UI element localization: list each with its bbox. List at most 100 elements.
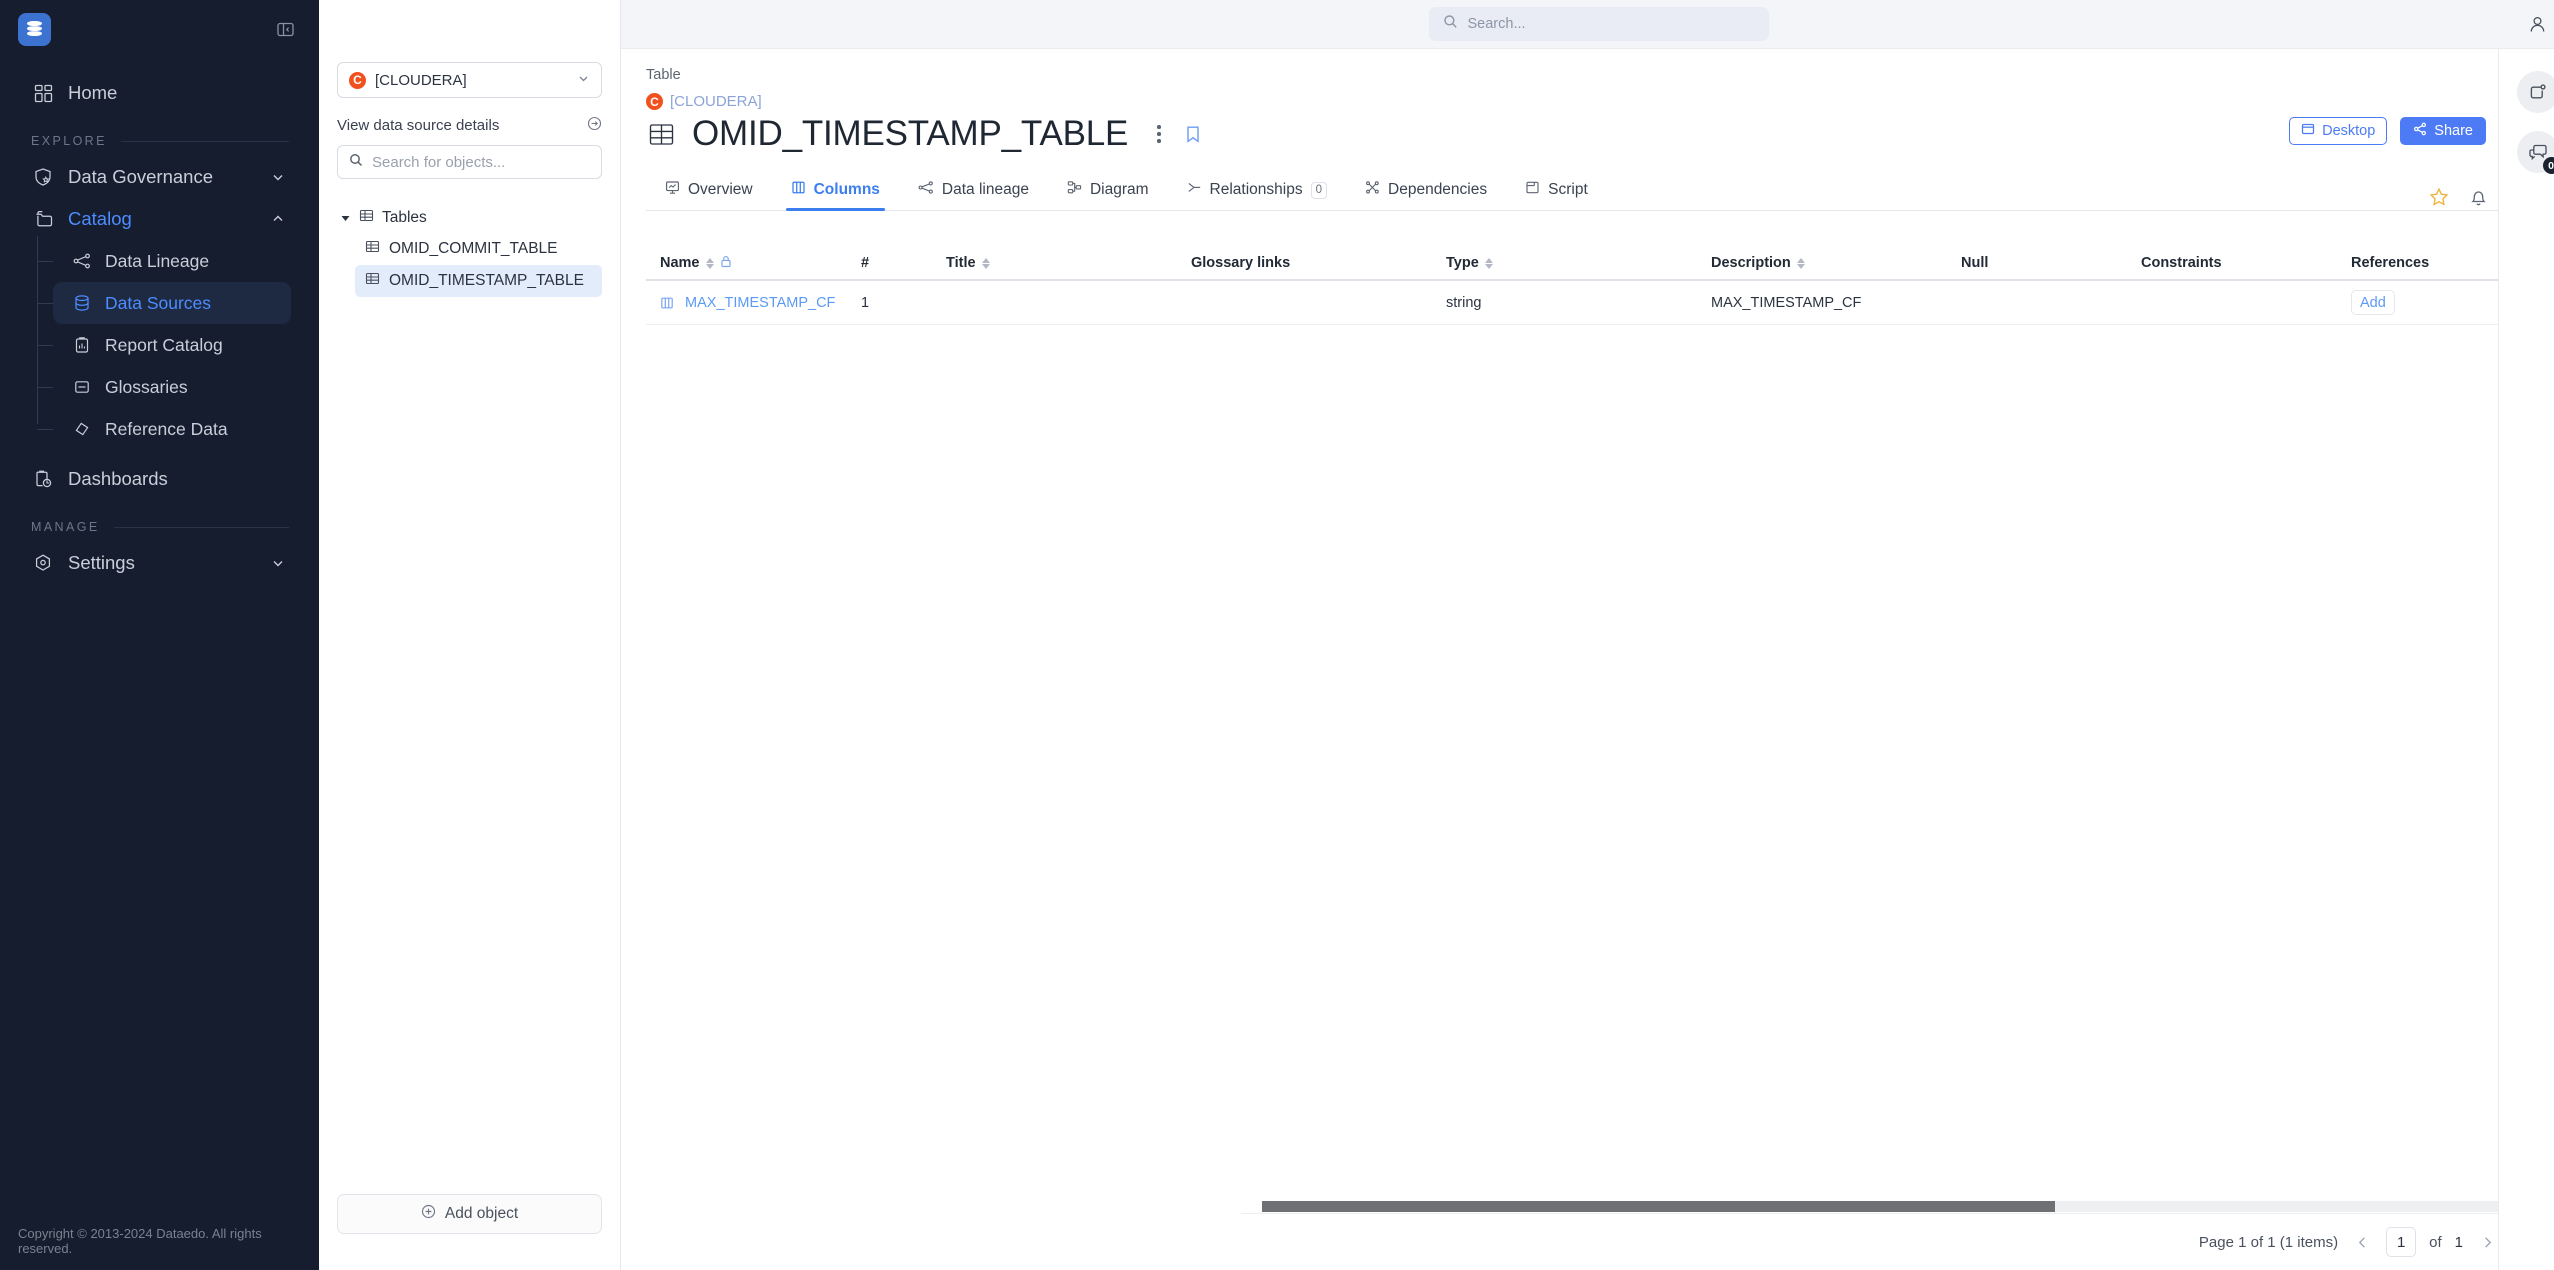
add-object-label: Add object bbox=[444, 1205, 519, 1222]
header-actions: Desktop Share bbox=[2289, 117, 2486, 145]
cell-name-link[interactable]: MAX_TIMESTAMP_CF bbox=[685, 295, 835, 311]
datasource-breadcrumb[interactable]: C [CLOUDERA] bbox=[646, 93, 2554, 110]
cloudera-icon: C bbox=[349, 71, 366, 89]
sidebar-item-dashboards[interactable]: Dashboards bbox=[18, 458, 301, 500]
sidebar-item-label: Report Catalog bbox=[105, 334, 223, 355]
cell-description[interactable]: MAX_TIMESTAMP_CF bbox=[1711, 295, 1961, 311]
tab-label: Overview bbox=[688, 181, 753, 198]
catalog-subtree: Data Lineage Data Sources Report Catalog… bbox=[37, 236, 319, 450]
tree-item-omid-commit-table[interactable]: OMID_COMMIT_TABLE bbox=[355, 233, 602, 265]
tab-relationships[interactable]: Relationships 0 bbox=[1168, 170, 1346, 210]
column-header-name[interactable]: Name bbox=[646, 255, 861, 272]
settings-icon bbox=[32, 552, 54, 574]
global-search-box[interactable] bbox=[1428, 7, 1769, 41]
tab-columns[interactable]: Columns bbox=[772, 170, 899, 211]
table-row[interactable]: MAX_TIMESTAMP_CF 1 string MAX_TIMESTAMP_… bbox=[646, 281, 2551, 325]
comments-icon[interactable]: 0 bbox=[2516, 131, 2554, 174]
folder-icon bbox=[32, 208, 54, 230]
search-input[interactable] bbox=[372, 153, 590, 171]
datasource-selector[interactable]: C [CLOUDERA] bbox=[337, 62, 602, 98]
sidebar-item-label: Home bbox=[68, 82, 118, 103]
dashboard-icon bbox=[32, 468, 54, 490]
add-object-button[interactable]: Add object bbox=[337, 1194, 602, 1234]
tree-item-omid-timestamp-table[interactable]: OMID_TIMESTAMP_TABLE bbox=[355, 265, 602, 297]
sort-icon[interactable] bbox=[1484, 257, 1493, 269]
column-header-type[interactable]: Type bbox=[1446, 255, 1711, 271]
column-header-title[interactable]: Title bbox=[946, 255, 1191, 271]
column-header-label: References bbox=[2351, 255, 2430, 271]
section-label: EXPLORE bbox=[31, 134, 107, 148]
primary-sidebar: Home EXPLORE Data Governance Catalog Dat… bbox=[0, 0, 319, 1270]
scrollbar-thumb[interactable] bbox=[1262, 1201, 2055, 1212]
tab-dependencies[interactable]: Dependencies bbox=[1346, 170, 1506, 210]
bookmark-icon[interactable] bbox=[1184, 124, 1202, 145]
plus-circle-icon bbox=[421, 1204, 436, 1224]
tab-bar: Overview Columns Data lineage Diagram Re… bbox=[646, 170, 2551, 211]
sidebar-item-reference-data[interactable]: Reference Data bbox=[37, 408, 291, 450]
view-details-label: View data source details bbox=[337, 117, 500, 134]
dataedo-logo-icon[interactable] bbox=[18, 12, 51, 46]
tab-label: Columns bbox=[813, 181, 880, 198]
column-header-description[interactable]: Description bbox=[1711, 255, 1961, 271]
sidebar-item-data-sources[interactable]: Data Sources bbox=[37, 282, 291, 324]
lock-icon[interactable] bbox=[720, 255, 732, 272]
kebab-menu-icon[interactable] bbox=[1150, 125, 1168, 143]
sidebar-item-data-lineage[interactable]: Data Lineage bbox=[37, 240, 291, 282]
columns-grid: Name # Title Glossary links Type Descrip… bbox=[646, 237, 2551, 325]
database-icon bbox=[71, 293, 92, 314]
chevron-up-icon bbox=[269, 210, 287, 228]
cloudera-icon: C bbox=[646, 93, 663, 110]
sidebar-item-label: Reference Data bbox=[105, 418, 228, 439]
column-header-label: Description bbox=[1711, 255, 1791, 271]
object-search-box[interactable] bbox=[337, 145, 602, 179]
chevron-right-icon[interactable] bbox=[2476, 1231, 2498, 1253]
column-header-label: Null bbox=[1961, 255, 1989, 271]
column-header-label: Type bbox=[1446, 255, 1479, 271]
app-root: Home EXPLORE Data Governance Catalog Dat… bbox=[0, 0, 2554, 1270]
cell-number: 1 bbox=[861, 294, 870, 311]
relationships-icon bbox=[1187, 180, 1202, 200]
tab-label: Script bbox=[1548, 181, 1588, 198]
tab-label: Diagram bbox=[1089, 181, 1149, 198]
star-icon[interactable] bbox=[2429, 187, 2449, 212]
new-window-icon[interactable] bbox=[2516, 71, 2554, 113]
overview-icon bbox=[665, 180, 680, 200]
sort-icon[interactable] bbox=[1796, 257, 1805, 269]
sort-icon[interactable] bbox=[705, 257, 714, 269]
add-reference-button[interactable]: Add bbox=[2351, 290, 2395, 315]
bell-icon[interactable] bbox=[2469, 187, 2488, 212]
cell-name[interactable]: MAX_TIMESTAMP_CF bbox=[646, 295, 861, 311]
tab-overview[interactable]: Overview bbox=[646, 170, 772, 210]
caret-down-icon[interactable] bbox=[339, 214, 351, 223]
global-search-input[interactable] bbox=[1467, 16, 1755, 32]
sidebar-item-home[interactable]: Home bbox=[18, 72, 301, 114]
datasource-link[interactable]: [CLOUDERA] bbox=[670, 93, 762, 110]
tab-data-lineage[interactable]: Data lineage bbox=[899, 170, 1048, 210]
tree-node-tables[interactable]: Tables bbox=[337, 203, 602, 233]
right-rail: 0 bbox=[2498, 49, 2554, 1270]
page-number-input[interactable] bbox=[2386, 1227, 2417, 1257]
chevron-left-icon[interactable] bbox=[2351, 1231, 2373, 1253]
sidebar-item-data-governance[interactable]: Data Governance bbox=[18, 156, 301, 198]
cell-type: string bbox=[1446, 294, 1482, 311]
desktop-label: Desktop bbox=[2322, 123, 2376, 139]
view-data-source-details[interactable]: View data source details bbox=[337, 116, 602, 135]
sidebar-item-glossaries[interactable]: Glossaries bbox=[37, 366, 291, 408]
sidebar-item-settings[interactable]: Settings bbox=[18, 542, 301, 584]
sidebar-item-catalog[interactable]: Catalog bbox=[18, 198, 301, 240]
share-icon bbox=[2413, 122, 2427, 140]
desktop-button[interactable]: Desktop bbox=[2289, 117, 2388, 145]
tab-script[interactable]: Script bbox=[1506, 170, 1607, 210]
horizontal-scrollbar[interactable] bbox=[1262, 1201, 2554, 1212]
sidebar-item-report-catalog[interactable]: Report Catalog bbox=[37, 324, 291, 366]
share-button[interactable]: Share bbox=[2400, 117, 2486, 145]
diagram-icon bbox=[1067, 180, 1082, 200]
sidebar-item-label: Data Governance bbox=[68, 166, 214, 187]
window-icon bbox=[2301, 122, 2315, 140]
search-icon bbox=[349, 153, 363, 172]
tab-diagram[interactable]: Diagram bbox=[1048, 170, 1168, 210]
sidebar-collapse-icon[interactable] bbox=[273, 17, 297, 41]
user-avatar-icon[interactable] bbox=[2498, 0, 2554, 49]
sort-icon[interactable] bbox=[981, 257, 990, 269]
sidebar-item-label: Settings bbox=[68, 552, 135, 573]
